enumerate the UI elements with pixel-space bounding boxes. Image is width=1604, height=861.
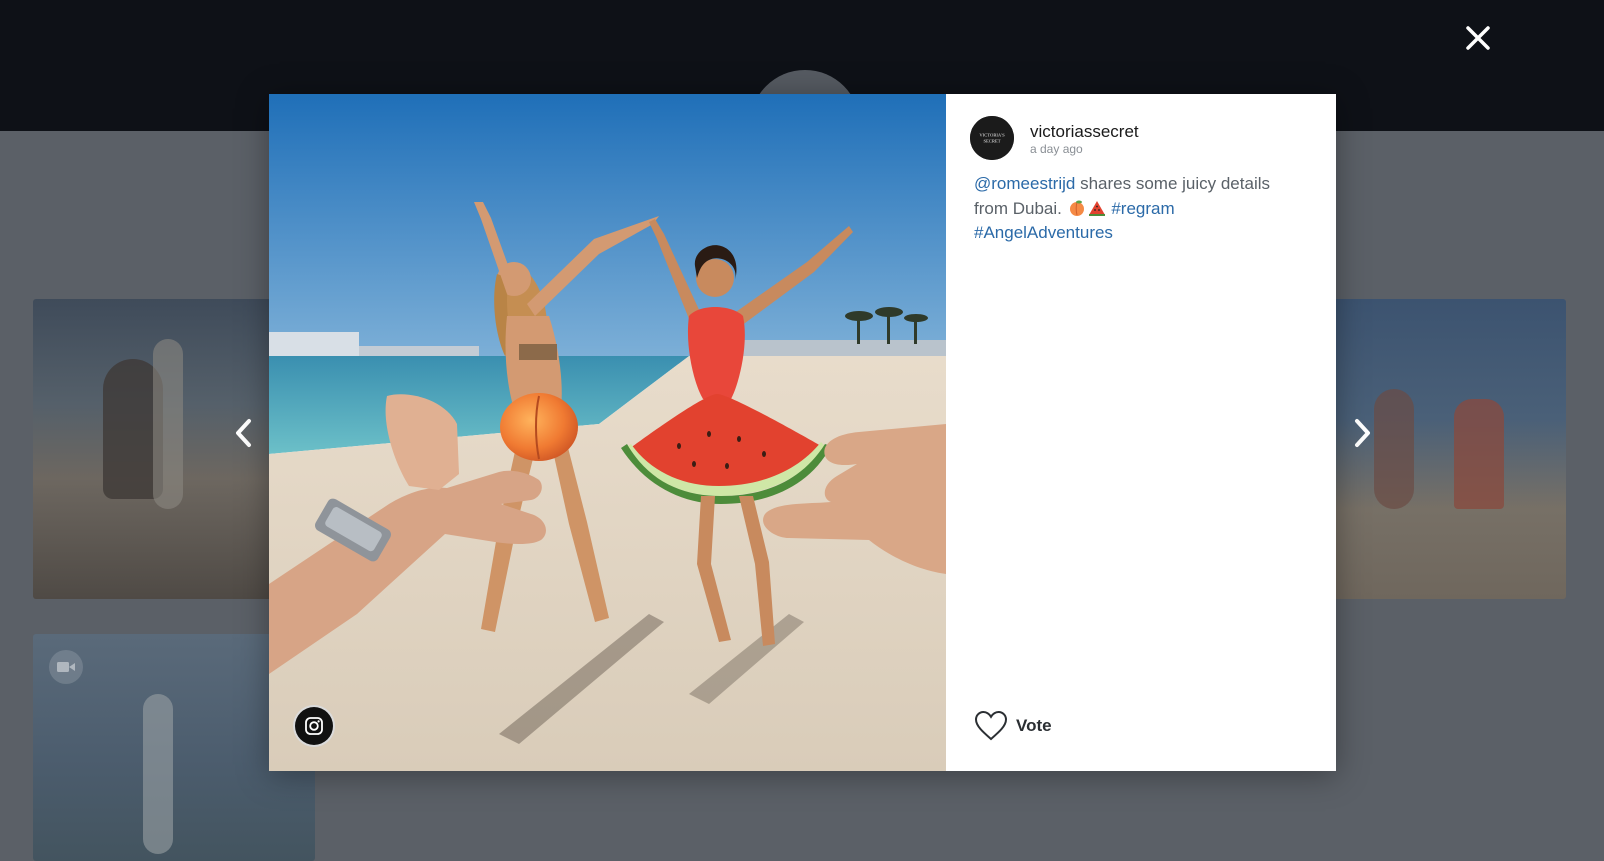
vote-button[interactable]: Vote	[974, 710, 1052, 741]
post-author[interactable]: VICTORIA'S SECRET victoriassecret a day …	[970, 116, 1139, 160]
post-caption: @romeestrijd shares some juicy details f…	[974, 172, 1294, 246]
previous-button[interactable]	[229, 411, 259, 455]
beach-photo-illustration	[269, 94, 946, 771]
video-camera-icon	[49, 650, 83, 684]
card-figure	[153, 339, 183, 509]
caption-hashtag-angeladventures[interactable]: #AngelAdventures	[974, 223, 1113, 242]
card-figure	[143, 694, 173, 854]
post-photo[interactable]	[269, 94, 946, 771]
vote-label: Vote	[1016, 715, 1052, 735]
card-figure	[1374, 389, 1414, 509]
author-username[interactable]: victoriassecret	[1030, 123, 1139, 140]
post-details: VICTORIA'S SECRET victoriassecret a day …	[946, 94, 1336, 771]
watermelon-emoji-icon	[1088, 199, 1106, 217]
caption-hashtag-regram[interactable]: #regram	[1111, 199, 1174, 218]
instagram-icon	[305, 717, 323, 735]
caption-mention-link[interactable]: @romeestrijd	[974, 174, 1075, 193]
card-figure	[1454, 399, 1504, 509]
post-modal: VICTORIA'S SECRET victoriassecret a day …	[269, 94, 1336, 771]
post-timestamp: a day ago	[1030, 142, 1083, 156]
chevron-right-icon	[1355, 419, 1370, 447]
avatar[interactable]: VICTORIA'S SECRET	[970, 116, 1014, 160]
heart-icon	[974, 710, 1008, 741]
brand-logo: VICTORIA'S SECRET	[970, 116, 1014, 160]
source-badge[interactable]	[293, 705, 335, 747]
peach-emoji-icon	[1068, 199, 1086, 217]
svg-text:VICTORIA'S: VICTORIA'S	[979, 133, 1005, 138]
chevron-left-icon	[236, 419, 251, 447]
close-button[interactable]	[1460, 20, 1496, 56]
svg-text:SECRET: SECRET	[983, 139, 1000, 144]
close-icon	[1466, 26, 1490, 50]
next-button[interactable]	[1347, 411, 1377, 455]
